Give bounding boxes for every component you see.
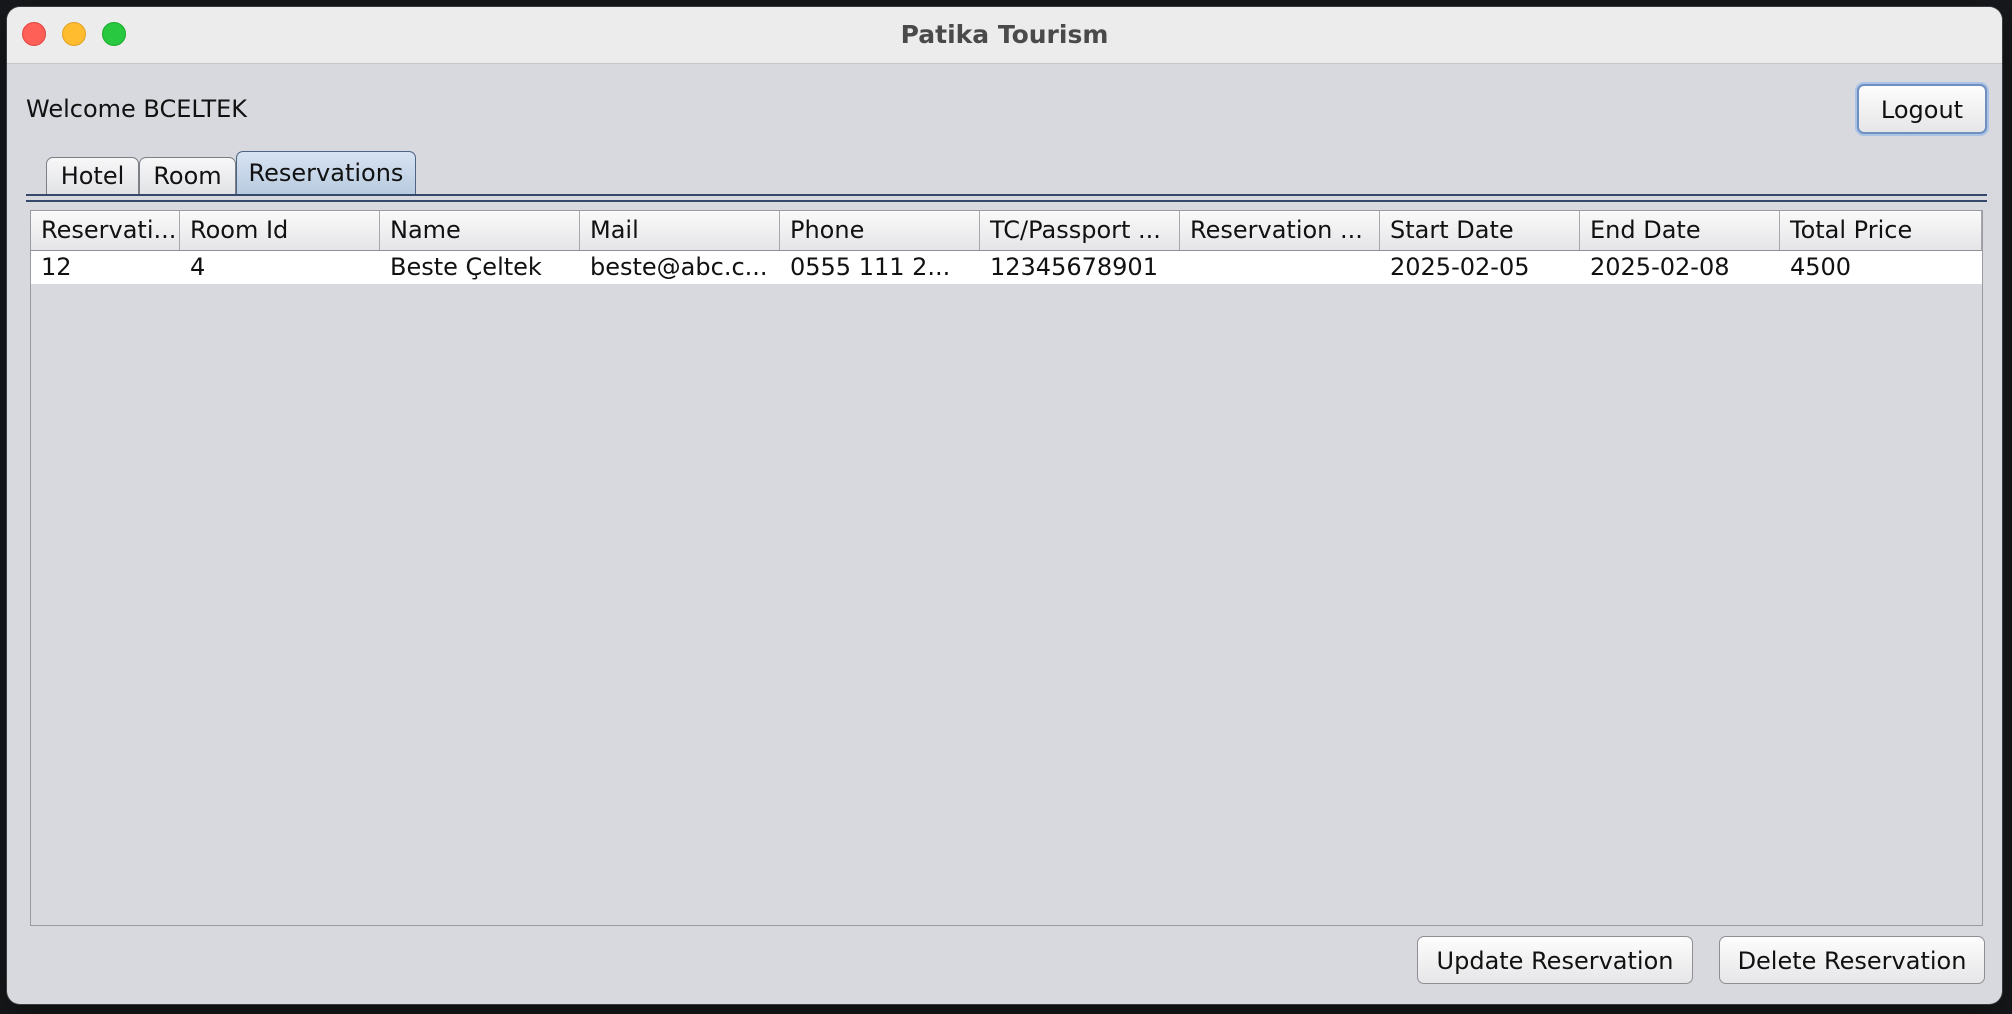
cell-phone: 0555 111 2... bbox=[790, 253, 951, 281]
table-row[interactable]: 12 4 Beste Çeltek beste@abc.c... 0555 11… bbox=[31, 251, 1982, 284]
column-header-total-price[interactable]: Total Price bbox=[1780, 211, 1982, 250]
welcome-label: Welcome BCELTEK bbox=[26, 95, 248, 123]
column-header-tc-passport[interactable]: TC/Passport ... bbox=[980, 211, 1180, 250]
window-title: Patika Tourism bbox=[900, 20, 1109, 49]
column-header-name[interactable]: Name bbox=[380, 211, 580, 250]
cell-name: Beste Çeltek bbox=[390, 253, 542, 281]
column-header-reservation-note[interactable]: Reservation ... bbox=[1180, 211, 1380, 250]
column-header-start-date[interactable]: Start Date bbox=[1380, 211, 1580, 250]
cell-reservation-note bbox=[1180, 251, 1380, 284]
column-header-phone[interactable]: Phone bbox=[780, 211, 980, 250]
delete-reservation-button[interactable]: Delete Reservation bbox=[1719, 936, 1985, 984]
cell-total-price: 4500 bbox=[1790, 253, 1852, 281]
title-bar: Patika Tourism bbox=[7, 7, 2002, 64]
tab-reservations[interactable]: Reservations bbox=[236, 151, 416, 194]
cell-end-date: 2025-02-08 bbox=[1590, 253, 1730, 281]
column-header-mail[interactable]: Mail bbox=[580, 211, 780, 250]
reservations-table: Reservati... Room Id Name Mail Phone TC/… bbox=[30, 210, 1983, 926]
cell-room-id: 4 bbox=[190, 253, 206, 281]
tab-room[interactable]: Room bbox=[139, 157, 236, 194]
update-reservation-button[interactable]: Update Reservation bbox=[1417, 936, 1693, 984]
cell-mail: beste@abc.c... bbox=[590, 253, 768, 281]
table-header: Reservati... Room Id Name Mail Phone TC/… bbox=[31, 211, 1982, 251]
cell-start-date: 2025-02-05 bbox=[1390, 253, 1530, 281]
column-header-reservation-id[interactable]: Reservati... bbox=[31, 211, 180, 250]
logout-button[interactable]: Logout bbox=[1857, 84, 1987, 134]
column-header-room-id[interactable]: Room Id bbox=[180, 211, 380, 250]
cell-tc-passport: 12345678901 bbox=[990, 253, 1158, 281]
cell-reservation-id: 12 bbox=[41, 253, 72, 281]
column-header-end-date[interactable]: End Date bbox=[1580, 211, 1780, 250]
app-window: Patika Tourism Welcome BCELTEK Logout Ho… bbox=[7, 7, 2002, 1004]
tab-content-border bbox=[26, 194, 1987, 202]
tab-hotel[interactable]: Hotel bbox=[46, 157, 139, 194]
